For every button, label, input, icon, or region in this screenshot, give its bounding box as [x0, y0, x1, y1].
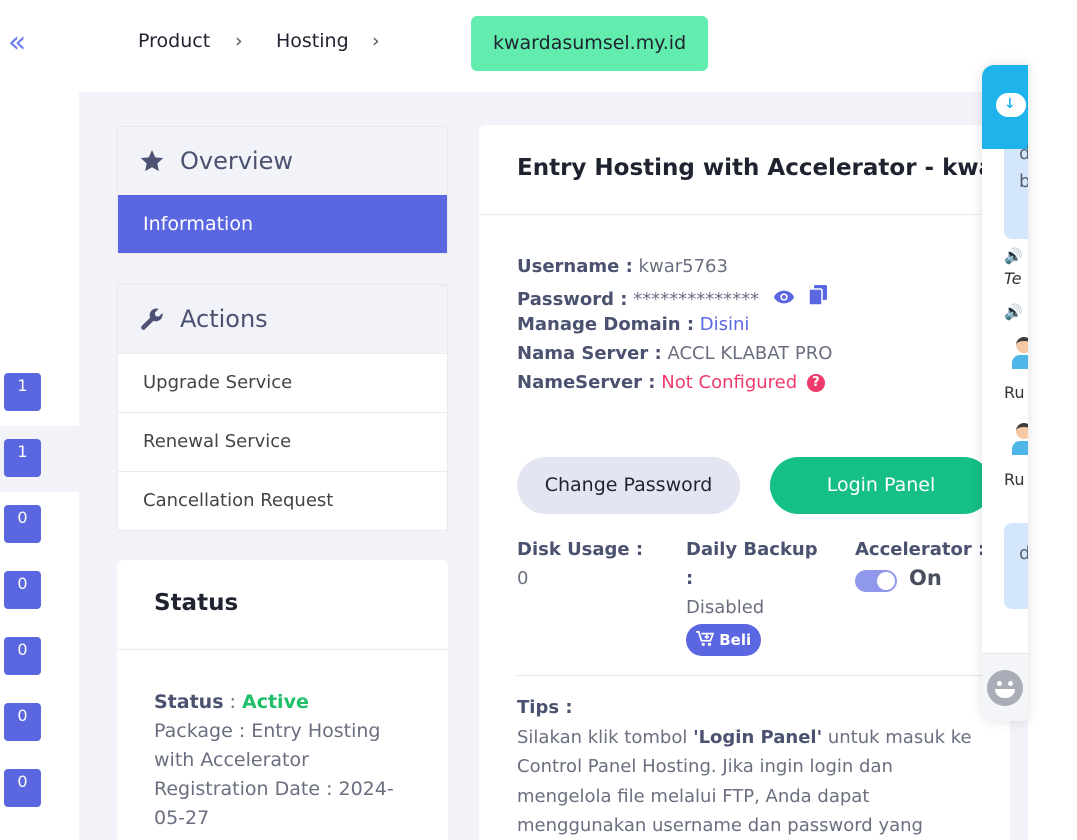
- eye-icon[interactable]: [773, 289, 795, 310]
- wrench-icon: [141, 308, 163, 330]
- tips-label: Tips :: [517, 697, 573, 718]
- server-value: ACCL KLABAT PRO: [667, 343, 833, 364]
- disk-usage-label: Disk Usage :: [517, 539, 644, 560]
- tips-text-pre: Silakan klik tombol: [517, 726, 694, 748]
- daily-backup-value: Disabled: [686, 597, 765, 618]
- cancellation-request-link[interactable]: Cancellation Request: [118, 471, 447, 530]
- accelerator: Accelerator :: [855, 535, 985, 564]
- manage-domain-label: Manage Domain :: [517, 314, 695, 335]
- chevron-right-icon: ›: [235, 30, 243, 52]
- nameserver-label: NameServer :: [517, 372, 656, 393]
- username-row: Username : kwar5763: [517, 256, 728, 277]
- password-label: Password :: [517, 289, 628, 310]
- rail-badge[interactable]: 1: [4, 373, 41, 411]
- manage-domain-row: Manage Domain : Disini: [517, 314, 749, 335]
- chevron-right-icon: ›: [372, 30, 380, 52]
- divider: [479, 214, 1010, 215]
- chat-message-text: b: [1019, 171, 1028, 192]
- chat-footer: [982, 653, 1028, 721]
- overview-header: Overview: [118, 127, 447, 195]
- status-badge: Active: [242, 691, 309, 713]
- right-edge: [1028, 0, 1077, 840]
- cloud-download-icon[interactable]: ↓: [996, 93, 1026, 117]
- renewal-service-link[interactable]: Renewal Service: [118, 412, 447, 471]
- rail-badge[interactable]: 1: [4, 439, 41, 477]
- left-rail: « 1 1 0 0 0 0 0: [0, 0, 79, 840]
- daily-backup: Daily Backup : Disabled Beli: [686, 535, 818, 656]
- rail-badge[interactable]: 0: [4, 769, 41, 807]
- help-icon[interactable]: ?: [806, 374, 825, 392]
- chat-user-name: Ru: [1004, 383, 1025, 402]
- speaker-icon[interactable]: 🔊: [1004, 303, 1023, 321]
- tips-text-bold: 'Login Panel': [693, 726, 823, 748]
- buy-backup-button[interactable]: Beli: [686, 624, 762, 656]
- chat-widget[interactable]: ↓ d b 🔊 Te 🔊 Ru Ru d: [982, 65, 1028, 721]
- breadcrumb-product[interactable]: Product: [138, 30, 210, 52]
- status-title: Status: [154, 590, 239, 616]
- login-panel-button[interactable]: Login Panel: [770, 457, 992, 514]
- actions-panel: Actions Upgrade Service Renewal Service …: [117, 284, 448, 531]
- chat-message-text: d: [1019, 543, 1028, 564]
- chat-header[interactable]: ↓: [982, 65, 1028, 149]
- copy-icon[interactable]: [807, 285, 827, 310]
- tips-section: Tips : Silakan klik tombol 'Login Panel'…: [517, 693, 987, 840]
- tips-text: Silakan klik tombol 'Login Panel' untuk …: [517, 723, 987, 840]
- hosting-detail-card: Entry Hosting with Accelerator - kwardas…: [479, 125, 1010, 840]
- username-label: Username :: [517, 256, 633, 277]
- overview-title: Overview: [180, 147, 293, 175]
- disk-usage-value: 0: [517, 568, 529, 589]
- speaker-icon[interactable]: 🔊: [1004, 247, 1023, 265]
- nameserver-row: NameServer : Not Configured ?: [517, 372, 825, 393]
- change-password-button[interactable]: Change Password: [517, 457, 740, 514]
- divider: [517, 675, 997, 676]
- rail-badge[interactable]: 0: [4, 505, 41, 543]
- registration-date-line: Registration Date : 2024-05-27: [154, 778, 394, 829]
- nameserver-value: Not Configured: [661, 372, 798, 393]
- chat-message-text: d: [1019, 143, 1028, 164]
- avatar: [1012, 423, 1028, 455]
- package-line: Package : Entry Hosting with Accelerator: [154, 720, 381, 771]
- status-panel: Status Status : Active Package : Entry H…: [117, 560, 448, 840]
- star-icon: [140, 150, 164, 172]
- emoji-icon[interactable]: [987, 670, 1023, 706]
- server-row: Nama Server : ACCL KLABAT PRO: [517, 343, 832, 364]
- password-value: **************: [633, 289, 760, 310]
- avatar: [1012, 337, 1028, 369]
- buy-label: Beli: [719, 631, 752, 649]
- toggle-knob: [877, 572, 895, 590]
- chat-user-name: Ru: [1004, 470, 1025, 489]
- breadcrumb: Product › Hosting › kwardasumsel.my.id: [79, 0, 1028, 92]
- nav-information[interactable]: Information: [118, 195, 447, 253]
- chat-message-text: Te: [1004, 269, 1022, 288]
- actions-title: Actions: [180, 305, 268, 333]
- status-separator: :: [223, 691, 242, 713]
- server-label: Nama Server :: [517, 343, 662, 364]
- rail-badge[interactable]: 0: [4, 703, 41, 741]
- chat-message-bubble: [1004, 523, 1028, 609]
- overview-panel: Overview Information: [117, 126, 448, 254]
- accelerator-label: Accelerator :: [855, 539, 986, 560]
- upgrade-service-link[interactable]: Upgrade Service: [118, 353, 447, 412]
- rail-badge[interactable]: 0: [4, 637, 41, 675]
- actions-header: Actions: [118, 285, 447, 353]
- manage-domain-link[interactable]: Disini: [700, 314, 750, 335]
- rail-badge[interactable]: 0: [4, 571, 41, 609]
- status-label: Status: [154, 691, 224, 713]
- daily-backup-label: Daily Backup: [686, 539, 818, 560]
- status-details: Status : Active Package : Entry Hosting …: [154, 688, 414, 833]
- breadcrumb-hosting[interactable]: Hosting: [276, 30, 349, 52]
- disk-usage: Disk Usage : 0: [517, 535, 643, 593]
- password-row: Password : **************: [517, 285, 827, 310]
- accelerator-toggle[interactable]: [855, 570, 897, 592]
- divider: [117, 649, 448, 650]
- username-value: kwar5763: [638, 256, 728, 277]
- collapse-sidebar-icon[interactable]: «: [8, 26, 42, 60]
- breadcrumb-current-domain: kwardasumsel.my.id: [471, 16, 709, 71]
- page-title: Entry Hosting with Accelerator - kwardas…: [517, 155, 1010, 181]
- accelerator-state: On: [909, 566, 942, 590]
- cart-icon: [696, 631, 715, 646]
- daily-backup-colon: :: [686, 568, 694, 589]
